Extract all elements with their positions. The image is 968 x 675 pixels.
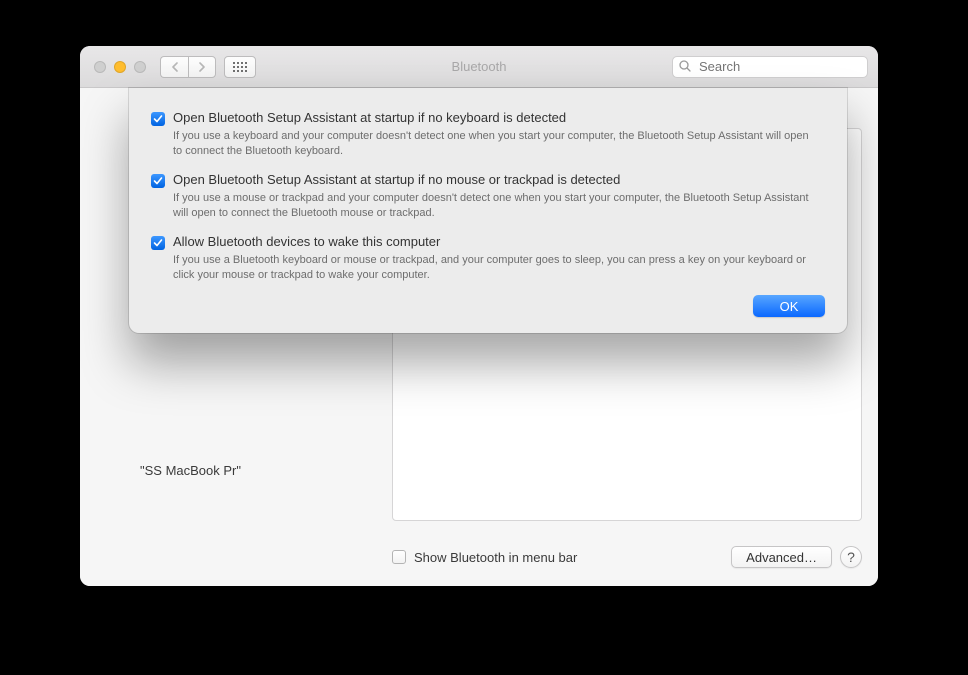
option-mouse-assistant: Open Bluetooth Setup Assistant at startu… bbox=[151, 172, 825, 222]
footer-row: Show Bluetooth in menu bar Advanced… ? bbox=[392, 546, 862, 568]
option-wake-desc: If you use a Bluetooth keyboard or mouse… bbox=[173, 253, 825, 284]
option-keyboard-desc: If you use a keyboard and your computer … bbox=[173, 129, 825, 160]
chevron-left-icon bbox=[171, 62, 179, 72]
option-wake-checkbox[interactable] bbox=[151, 236, 165, 250]
option-keyboard-assistant: Open Bluetooth Setup Assistant at startu… bbox=[151, 110, 825, 160]
zoom-window-button[interactable] bbox=[134, 61, 146, 73]
discoverable-device-name: "SS MacBook Pr" bbox=[140, 463, 241, 478]
option-wake-title: Allow Bluetooth devices to wake this com… bbox=[173, 234, 825, 249]
show-menu-bar-label: Show Bluetooth in menu bar bbox=[414, 550, 577, 565]
chevron-right-icon bbox=[198, 62, 206, 72]
option-keyboard-checkbox[interactable] bbox=[151, 112, 165, 126]
option-keyboard-title: Open Bluetooth Setup Assistant at startu… bbox=[173, 110, 825, 125]
search-icon bbox=[678, 59, 692, 73]
close-window-button[interactable] bbox=[94, 61, 106, 73]
check-icon bbox=[153, 114, 163, 124]
option-wake-computer: Allow Bluetooth devices to wake this com… bbox=[151, 234, 825, 284]
search-input[interactable] bbox=[672, 56, 868, 78]
option-mouse-checkbox[interactable] bbox=[151, 174, 165, 188]
option-mouse-desc: If you use a mouse or trackpad and your … bbox=[173, 191, 825, 222]
ok-button[interactable]: OK bbox=[753, 295, 825, 317]
back-button[interactable] bbox=[160, 56, 188, 78]
sheet-footer: OK bbox=[151, 295, 825, 317]
option-mouse-title: Open Bluetooth Setup Assistant at startu… bbox=[173, 172, 825, 187]
titlebar: Bluetooth bbox=[80, 46, 878, 88]
nav-group bbox=[160, 56, 216, 78]
check-icon bbox=[153, 238, 163, 248]
help-button[interactable]: ? bbox=[840, 546, 862, 568]
minimize-window-button[interactable] bbox=[114, 61, 126, 73]
show-menu-bar-checkbox[interactable] bbox=[392, 550, 406, 564]
check-icon bbox=[153, 176, 163, 186]
window-controls bbox=[94, 61, 146, 73]
grid-icon bbox=[233, 62, 247, 72]
search-wrap bbox=[672, 56, 868, 78]
advanced-button[interactable]: Advanced… bbox=[731, 546, 832, 568]
forward-button[interactable] bbox=[188, 56, 216, 78]
show-all-button[interactable] bbox=[224, 56, 256, 78]
advanced-sheet: Open Bluetooth Setup Assistant at startu… bbox=[129, 88, 847, 333]
